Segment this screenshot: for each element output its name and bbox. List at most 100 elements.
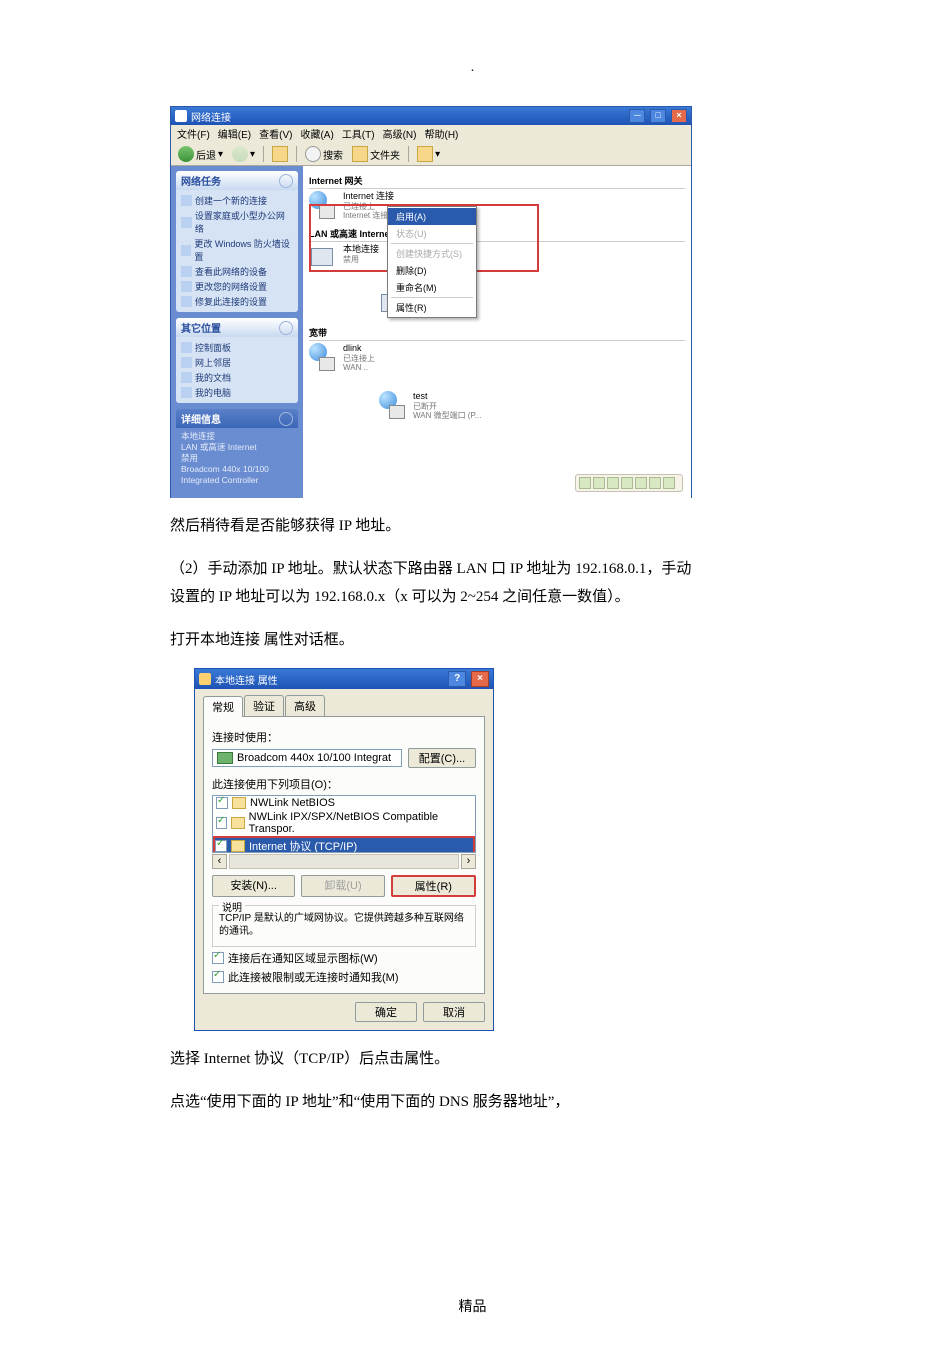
task-item[interactable]: 修复此连接的设置 [181,294,293,309]
help-button[interactable]: ? [448,671,466,687]
tab-advanced[interactable]: 高级 [285,695,325,716]
dialog-title: 本地连接 属性 [215,672,278,687]
notify-checkbox[interactable]: 此连接被限制或无连接时通知我(M) [212,969,476,985]
configure-button[interactable]: 配置(C)... [408,748,476,768]
tab-general[interactable]: 常规 [203,696,243,717]
scrollbar[interactable]: ‹ › [212,854,476,869]
description-group: 说明 TCP/IP 是默认的广域网协议。它提供跨越多种互联网络的通讯。 [212,905,476,947]
menu-fav[interactable]: 收藏(A) [300,126,333,142]
cancel-button[interactable]: 取消 [423,1002,485,1022]
local-conn-properties-dialog: 本地连接 属性 ? × 常规 验证 高级 连接时使用： [194,668,494,1031]
uninstall-button: 卸载(U) [301,875,384,897]
toolbar: 后退 ▾ ▾ 搜索 文件夹 ▾ [171,143,691,166]
menu-file[interactable]: 文件(F) [177,126,210,142]
detail-line: Broadcom 440x 10/100 Integrated Controll… [181,464,293,486]
adapter-name: Broadcom 440x 10/100 Integrat [237,752,391,764]
panel-header-details[interactable]: 详细信息 [176,409,298,428]
task-item[interactable]: 创建一个新的连接 [181,193,293,208]
scroll-right-icon[interactable]: › [461,854,476,869]
menu-advanced[interactable]: 高级(N) [383,126,417,142]
window-buttons: ─ □ × [627,109,687,123]
desc-text: TCP/IP 是默认的广域网协议。它提供跨越多种互联网络的通讯。 [219,912,469,938]
maximize-button[interactable]: □ [650,109,666,123]
menu-help[interactable]: 帮助(H) [424,126,458,142]
context-menu: 启用(A) 状态(U) 创建快捷方式(S) 删除(D) 重命名(M) 属性(R) [387,206,477,318]
close-button[interactable]: × [471,671,489,687]
title-bar: 网络连接 ─ □ × [171,107,691,125]
connect-using-label: 连接时使用： [212,729,476,745]
language-bar[interactable] [575,474,683,492]
page-footer: 精品 [0,1296,945,1316]
body-text: 点选“使用下面的 IP 地址”和“使用下面的 DNS 服务器地址”， [170,1088,700,1117]
minimize-button[interactable]: ─ [629,109,645,123]
adapter-box: Broadcom 440x 10/100 Integrat [212,749,402,767]
task-item[interactable]: 查看此网络的设备 [181,264,293,279]
checkbox-icon[interactable] [215,840,227,852]
panel-network-tasks: 网络任务 创建一个新的连接 设置家庭或小型办公网络 更改 Windows 防火墙… [176,171,298,312]
protocol-icon [232,797,246,809]
ctx-status: 状态(U) [388,225,476,242]
show-icon-checkbox[interactable]: 连接后在通知区域显示图标(W) [212,950,476,966]
ctx-properties[interactable]: 属性(R) [388,299,476,316]
detail-line: 禁用 [181,453,293,464]
folders-button[interactable]: 文件夹 [349,145,403,163]
checkbox-icon[interactable] [212,952,224,964]
protocol-icon [231,840,245,852]
ctx-delete[interactable]: 删除(D) [388,262,476,279]
ctx-rename[interactable]: 重命名(M) [388,279,476,296]
group-internet-gateway: Internet 网关 [309,174,685,189]
checkbox-icon[interactable] [216,817,227,829]
forward-button[interactable]: ▾ [229,145,258,163]
group-broadband: 宽带 [309,326,685,341]
panel-details: 详细信息 本地连接 LAN 或高速 Internet 禁用 Broadcom 4… [176,409,298,489]
place-item[interactable]: 我的电脑 [181,385,293,400]
place-item[interactable]: 我的文档 [181,370,293,385]
panel-header-tasks[interactable]: 网络任务 [176,171,298,190]
checkbox-icon[interactable] [216,797,228,809]
task-item[interactable]: 设置家庭或小型办公网络 [181,208,293,236]
menu-view[interactable]: 查看(V) [259,126,292,142]
list-item[interactable]: NWLink NetBIOS [213,796,475,810]
body-text: 然后稍待看是否能够获得 IP 地址。 [170,512,700,541]
views-button[interactable]: ▾ [414,145,443,163]
tab-auth[interactable]: 验证 [244,695,284,716]
conn-test[interactable]: test 已断开 WAN 微型端口 (P... [379,391,529,421]
window-icon [175,110,187,122]
detail-line: 本地连接 [181,431,293,442]
ctx-enable[interactable]: 启用(A) [388,208,476,225]
protocol-icon [231,817,244,829]
dialog-icon [199,673,211,685]
main-area: Internet 网关 Internet 连接 已连接上 Internet 连接… [303,166,691,498]
back-button[interactable]: 后退 ▾ [175,145,226,163]
body-text: 选择 Internet 协议（TCP/IP）后点击属性。 [170,1045,700,1074]
desc-title: 说明 [219,899,245,914]
body-text: （2）手动添加 IP 地址。默认状态下路由器 LAN 口 IP 地址为 192.… [170,555,700,612]
list-item[interactable]: NWLink IPX/SPX/NetBIOS Compatible Transp… [213,810,475,836]
checkbox-icon[interactable] [212,971,224,983]
ctx-shortcut: 创建快捷方式(S) [388,245,476,262]
close-button[interactable]: × [671,109,687,123]
items-listbox[interactable]: NWLink NetBIOS NWLink IPX/SPX/NetBIOS Co… [212,795,476,853]
menu-tools[interactable]: 工具(T) [342,126,375,142]
up-button[interactable] [269,145,291,163]
search-button[interactable]: 搜索 [302,145,346,163]
list-item-tcpip[interactable]: Internet 协议 (TCP/IP) [213,836,475,853]
panel-other-places: 其它位置 控制面板 网上邻居 我的文档 我的电脑 [176,318,298,403]
scroll-left-icon[interactable]: ‹ [212,854,227,869]
scroll-track[interactable] [229,854,459,869]
ok-button[interactable]: 确定 [355,1002,417,1022]
place-item[interactable]: 控制面板 [181,340,293,355]
nic-icon [217,752,233,764]
tabs: 常规 验证 高级 [203,695,485,716]
menu-bar: 文件(F) 编辑(E) 查看(V) 收藏(A) 工具(T) 高级(N) 帮助(H… [171,125,691,143]
menu-edit[interactable]: 编辑(E) [218,126,251,142]
conn-dlink[interactable]: dlink 已连接上 WAN .. [309,343,459,373]
task-item[interactable]: 更改您的网络设置 [181,279,293,294]
items-label: 此连接使用下列项目(O)： [212,776,476,792]
panel-header-other[interactable]: 其它位置 [176,318,298,337]
place-item[interactable]: 网上邻居 [181,355,293,370]
group-lan: LAN 或高速 Internet [309,227,685,242]
task-item[interactable]: 更改 Windows 防火墙设置 [181,236,293,264]
properties-button[interactable]: 属性(R) [391,875,476,897]
install-button[interactable]: 安装(N)... [212,875,295,897]
